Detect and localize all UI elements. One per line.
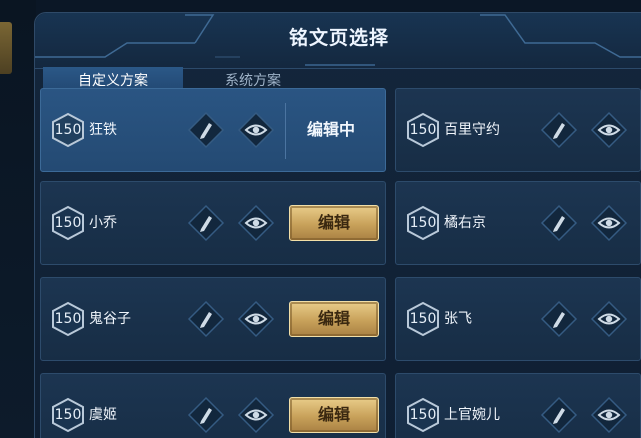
preview-button[interactable] bbox=[590, 204, 628, 242]
pencil-icon bbox=[540, 204, 578, 242]
eye-icon bbox=[237, 204, 275, 242]
inscription-page-card[interactable]: 150 狂铁 编辑中 bbox=[40, 88, 386, 172]
page-name: 上官婉儿 bbox=[444, 407, 500, 423]
preview-button[interactable] bbox=[237, 204, 275, 242]
eye-icon bbox=[237, 396, 275, 434]
level-value: 150 bbox=[409, 407, 437, 423]
eye-icon bbox=[237, 300, 275, 338]
inscription-page-card[interactable]: 150 张飞 bbox=[395, 277, 641, 361]
pencil-icon bbox=[540, 396, 578, 434]
level-badge: 150 bbox=[406, 112, 440, 148]
preview-button[interactable] bbox=[590, 111, 628, 149]
level-badge: 150 bbox=[51, 205, 85, 241]
pencil-icon bbox=[187, 300, 225, 338]
inscription-page-card[interactable]: 150 百里守约 bbox=[395, 88, 641, 172]
page-name: 张飞 bbox=[444, 311, 472, 327]
pencil-icon bbox=[540, 300, 578, 338]
pencil-icon bbox=[540, 111, 578, 149]
level-badge: 150 bbox=[51, 112, 85, 148]
inscription-page-card[interactable]: 150 橘右京 bbox=[395, 181, 641, 265]
pencil-icon bbox=[187, 204, 225, 242]
inscription-page-card[interactable]: 150 上官婉儿 bbox=[395, 373, 641, 438]
edit-button[interactable]: 编辑 bbox=[289, 205, 379, 241]
background-left-edge bbox=[0, 0, 36, 438]
edit-button[interactable]: 编辑 bbox=[289, 397, 379, 433]
eye-icon bbox=[237, 111, 275, 149]
preview-button[interactable] bbox=[237, 111, 275, 149]
level-badge: 150 bbox=[51, 397, 85, 433]
level-value: 150 bbox=[409, 122, 437, 138]
level-badge: 150 bbox=[406, 397, 440, 433]
eye-icon bbox=[590, 396, 628, 434]
page-name: 百里守约 bbox=[444, 122, 500, 138]
page-name: 虞姬 bbox=[89, 407, 117, 423]
preview-button[interactable] bbox=[237, 300, 275, 338]
pencil-icon bbox=[187, 396, 225, 434]
rename-button[interactable] bbox=[187, 396, 225, 434]
eye-icon bbox=[590, 111, 628, 149]
inscription-page-card[interactable]: 150 小乔 编辑 bbox=[40, 181, 386, 265]
eye-icon bbox=[590, 300, 628, 338]
page-name: 小乔 bbox=[89, 215, 117, 231]
rename-button[interactable] bbox=[187, 204, 225, 242]
rename-button[interactable] bbox=[187, 111, 225, 149]
level-value: 150 bbox=[409, 215, 437, 231]
level-value: 150 bbox=[54, 311, 82, 327]
page-name: 鬼谷子 bbox=[89, 311, 131, 327]
level-value: 150 bbox=[54, 215, 82, 231]
preview-button[interactable] bbox=[237, 396, 275, 434]
inscription-page-card[interactable]: 150 鬼谷子 编辑 bbox=[40, 277, 386, 361]
side-tab-decoration bbox=[0, 22, 12, 74]
level-badge: 150 bbox=[51, 301, 85, 337]
level-badge: 150 bbox=[406, 301, 440, 337]
level-value: 150 bbox=[54, 407, 82, 423]
editing-status: 编辑中 bbox=[307, 120, 356, 139]
rename-button[interactable] bbox=[540, 204, 578, 242]
preview-button[interactable] bbox=[590, 300, 628, 338]
preview-button[interactable] bbox=[590, 396, 628, 434]
rename-button[interactable] bbox=[187, 300, 225, 338]
level-value: 150 bbox=[54, 122, 82, 138]
rename-button[interactable] bbox=[540, 396, 578, 434]
page-name: 橘右京 bbox=[444, 215, 486, 231]
pencil-icon bbox=[187, 111, 225, 149]
divider bbox=[285, 103, 286, 159]
eye-icon bbox=[590, 204, 628, 242]
rename-button[interactable] bbox=[540, 111, 578, 149]
rename-button[interactable] bbox=[540, 300, 578, 338]
page-name: 狂铁 bbox=[89, 122, 117, 138]
edit-button[interactable]: 编辑 bbox=[289, 301, 379, 337]
dialog-header: 铭文页选择 bbox=[35, 13, 641, 69]
level-value: 150 bbox=[409, 311, 437, 327]
level-badge: 150 bbox=[406, 205, 440, 241]
dialog-title: 铭文页选择 bbox=[288, 27, 389, 49]
inscription-page-card[interactable]: 150 虞姬 编辑 bbox=[40, 373, 386, 438]
